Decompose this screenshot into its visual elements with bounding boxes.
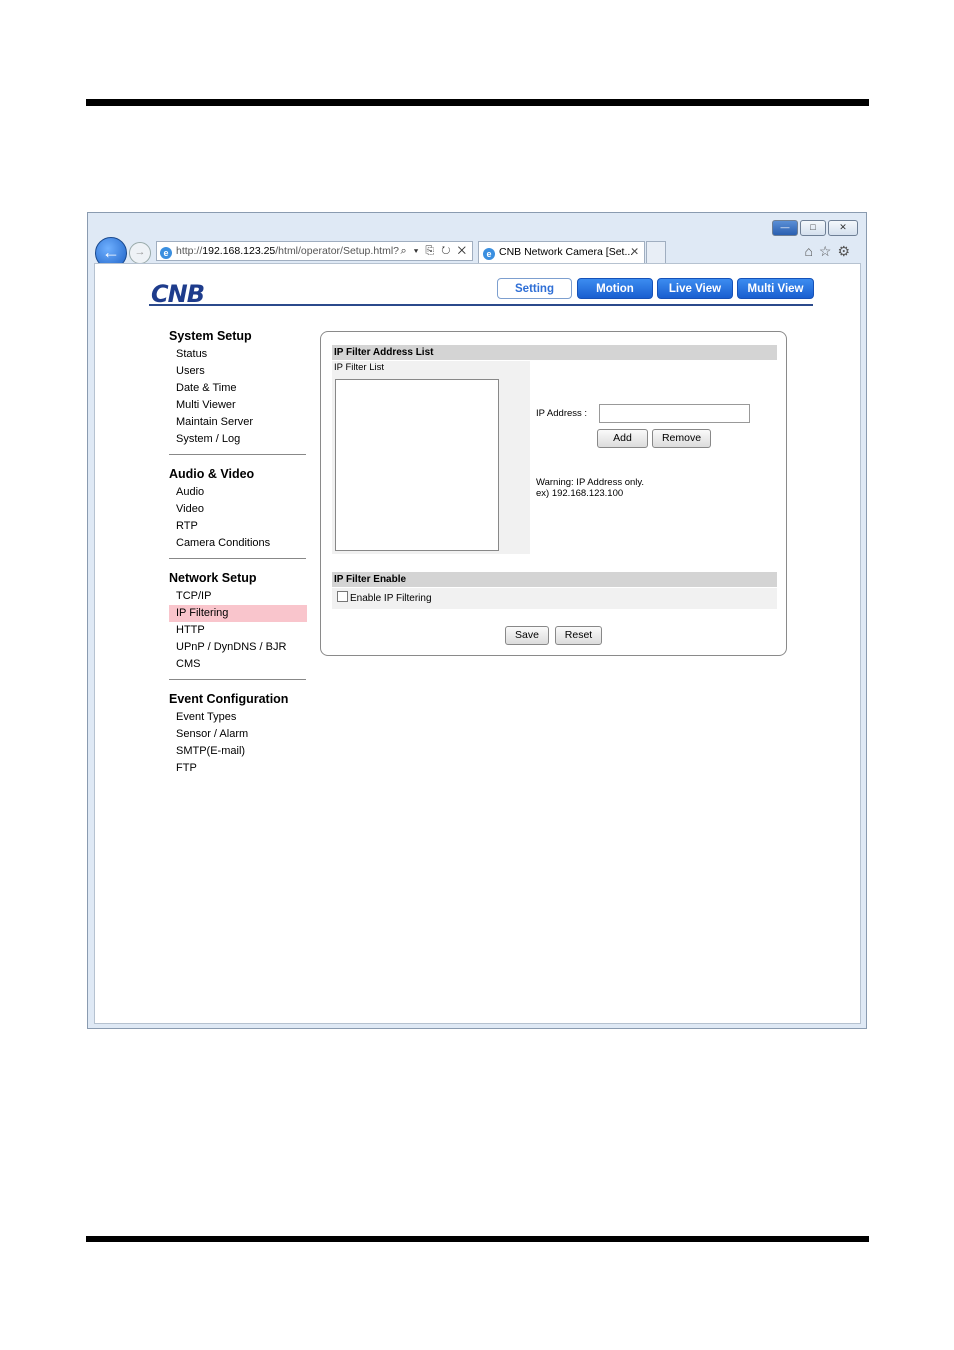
remove-button[interactable]: Remove [652,429,711,448]
section-title: Audio & Video [169,467,255,481]
window-controls: — □ ✕ [772,220,858,236]
tab-close-icon[interactable]: ✕ [630,242,639,263]
sidebar-item-http[interactable]: HTTP [169,622,309,639]
enable-ip-filtering-label: Enable IP Filtering [350,593,432,604]
url-path: /html/operator/Setup.html? [275,245,399,257]
page-top-rule [86,99,869,106]
sidebar-item-system-log[interactable]: System / Log [169,431,309,448]
address-list-header: IP Filter Address List [332,345,777,360]
sidebar-item-cms[interactable]: CMS [169,656,309,673]
top-nav: Setting Motion Live View Multi View [497,278,814,299]
reset-button[interactable]: Reset [555,626,602,645]
address-tools-icons[interactable]: ⌕ ▾ ⎘ ↻ ✕ [401,242,468,260]
nav-setting-button[interactable]: Setting [497,278,572,299]
add-button[interactable]: Add [597,429,648,448]
nav-multi-view-button[interactable]: Multi View [737,278,814,299]
minimize-button[interactable]: — [772,220,798,236]
warning-line: Warning: IP Address only. [536,477,645,488]
sidebar-item-tcp-ip[interactable]: TCP/IP [169,588,309,605]
ip-address-label: IP Address : [536,408,588,419]
ip-filter-panel: IP Filter Address List IP Filter List IP… [320,331,787,656]
sidebar-section-event-configuration: Event Configuration Event Types Sensor /… [169,689,309,777]
ie-page-icon: e [160,247,172,259]
new-tab-button[interactable] [646,241,666,263]
ip-warning-text: Warning: IP Address only. ex) 192.168.12… [536,477,644,499]
sidebar-item-smtp-email[interactable]: SMTP(E-mail) [169,743,309,760]
header-divider [149,304,813,306]
enable-ip-filtering-checkbox[interactable] [337,591,348,602]
sidebar-section-audio-video: Audio & Video Audio Video RTP Camera Con… [169,464,309,559]
section-title: System Setup [169,329,252,343]
sidebar-item-multi-viewer[interactable]: Multi Viewer [169,397,309,414]
filter-enable-header: IP Filter Enable [332,572,777,587]
sidebar-item-camera-conditions[interactable]: Camera Conditions [169,535,309,552]
sidebar-item-event-types[interactable]: Event Types [169,709,309,726]
sidebar-item-video[interactable]: Video [169,501,309,518]
sidebar-item-maintain-server[interactable]: Maintain Server [169,414,309,431]
sidebar-item-status[interactable]: Status [169,346,309,363]
tab-title: CNB Network Camera [Set... [499,246,634,258]
ip-filter-listbox[interactable] [335,379,499,551]
sidebar-item-ftp[interactable]: FTP [169,760,309,777]
sidebar-item-upnp-dyndns-bjr[interactable]: UPnP / DynDNS / BJR [169,639,309,656]
sidebar-item-date-time[interactable]: Date & Time [169,380,309,397]
warning-example: ex) 192.168.123.100 [536,488,624,499]
nav-live-view-button[interactable]: Live View [657,278,733,299]
page-viewport: CNB Setting Motion Live View Multi View … [94,263,861,1024]
filter-list-column: IP Filter List [332,361,530,554]
save-button[interactable]: Save [505,626,549,645]
page-bottom-rule [86,1236,869,1242]
sidebar-item-audio[interactable]: Audio [169,484,309,501]
home-favorites-tools-icons[interactable]: ⌂☆⚙ [804,243,856,260]
sidebar-section-system-setup: System Setup Status Users Date & Time Mu… [169,326,309,455]
section-divider [169,679,306,680]
sidebar-item-sensor-alarm[interactable]: Sensor / Alarm [169,726,309,743]
restore-button[interactable]: □ [800,220,826,236]
forward-button[interactable]: → [129,242,151,264]
section-divider [169,454,306,455]
ip-address-input[interactable] [599,404,750,423]
nav-motion-button[interactable]: Motion [577,278,653,299]
browser-tab[interactable]: e CNB Network Camera [Set... ✕ [478,241,645,263]
ie-tab-icon: e [483,248,495,260]
sidebar: System Setup Status Users Date & Time Mu… [169,326,309,777]
section-divider [169,558,306,559]
filter-enable-row: Enable IP Filtering [332,588,777,609]
sidebar-section-network-setup: Network Setup TCP/IP IP Filtering HTTP U… [169,568,309,680]
url-host: 192.168.123.25 [202,245,276,257]
address-bar[interactable]: e http://192.168.123.25/html/operator/Set… [156,241,473,261]
section-title: Event Configuration [169,692,289,706]
section-title: Network Setup [169,571,257,585]
browser-window: — □ ✕ ← → e http://192.168.123.25/html/op… [87,212,867,1029]
sidebar-item-users[interactable]: Users [169,363,309,380]
url-prefix: http:// [176,245,203,257]
sidebar-item-rtp[interactable]: RTP [169,518,309,535]
close-button[interactable]: ✕ [828,220,858,236]
sidebar-item-ip-filtering[interactable]: IP Filtering [169,605,307,622]
filter-list-label: IP Filter List [334,362,384,373]
